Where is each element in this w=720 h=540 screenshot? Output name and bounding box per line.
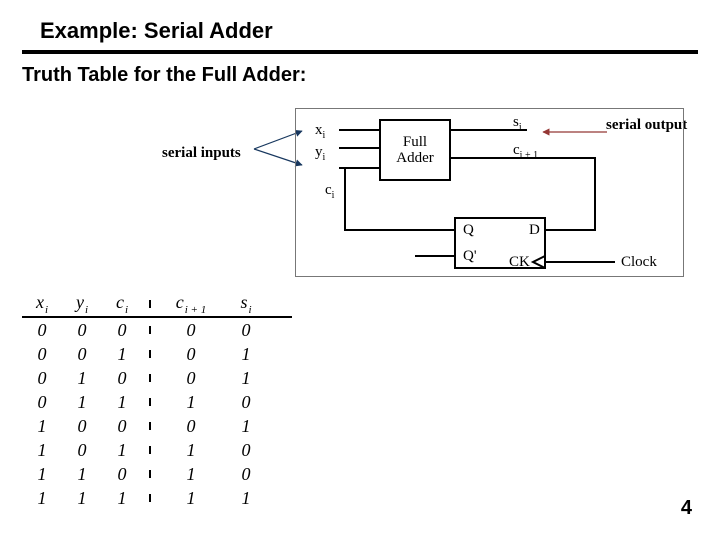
table-row: 01001 [22,366,292,390]
table-row: 00000 [22,318,292,342]
page-number: 4 [681,497,692,520]
svg-text:Full: Full [403,134,427,150]
table-row: 11111 [22,486,292,510]
table-row: 10001 [22,414,292,438]
table-row: 01110 [22,390,292,414]
table-row: 10110 [22,438,292,462]
svg-text:D: D [529,222,540,238]
circuit-diagram: xi yi ci Full Adder si ci + 1 Q Q' D CK … [295,108,690,288]
truth-table-header: xi yi ci ci + 1 si [22,292,292,318]
truth-table: xi yi ci ci + 1 si 000000010101001011101… [22,292,292,510]
svg-text:Q: Q [463,222,474,238]
serial-inputs-label: serial inputs [162,145,241,162]
slide-title: Example: Serial Adder [40,18,698,44]
svg-text:Adder: Adder [396,150,434,166]
title-underline [22,50,698,54]
svg-text:Clock: Clock [621,254,657,270]
table-row: 00101 [22,342,292,366]
svg-text:yi: yi [315,144,326,163]
table-row: 11010 [22,462,292,486]
svg-text:Q': Q' [463,248,477,264]
svg-text:xi: xi [315,122,326,141]
svg-text:CK: CK [509,254,530,270]
slide-subtitle: Truth Table for the Full Adder: [22,64,698,87]
svg-text:ci: ci [325,182,335,201]
